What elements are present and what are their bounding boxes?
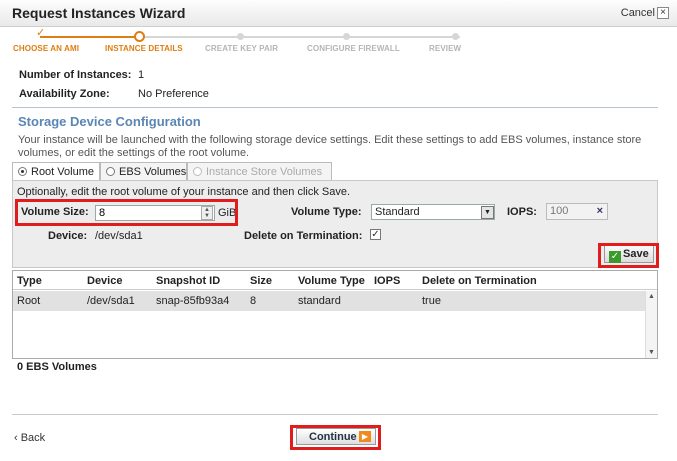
tab-root-volume[interactable]: Root Volume — [12, 162, 100, 181]
step-pending-dot-icon — [237, 33, 244, 40]
volumes-table: Type Device Snapshot ID Size Volume Type… — [12, 270, 658, 359]
step-create-key-pair: CREATE KEY PAIR — [205, 44, 279, 53]
device-value: /dev/sda1 — [95, 230, 143, 242]
iops-label: IOPS: — [507, 206, 537, 218]
highlight-volume-size — [15, 199, 238, 226]
scroll-up-icon[interactable]: ▲ — [648, 293, 655, 300]
col-volume-type: Volume Type — [298, 275, 365, 287]
step-configure-firewall: CONFIGURE FIREWALL — [307, 44, 400, 53]
highlight-continue — [290, 425, 381, 450]
wizard-steps: ✓ CHOOSE AN AMI INSTANCE DETAILS CREATE … — [0, 27, 677, 57]
col-iops: IOPS — [374, 275, 401, 287]
iops-value: 100 — [550, 205, 569, 217]
iops-input: 100 × — [546, 203, 608, 220]
col-type: Type — [17, 275, 42, 287]
zone-value: No Preference — [138, 88, 209, 100]
volume-type-label: Volume Type: — [291, 206, 362, 218]
table-row[interactable]: Root /dev/sda1 snap-85fb93a4 8 standard … — [13, 291, 645, 311]
col-delete-on-termination: Delete on Termination — [422, 275, 537, 287]
table-header: Type Device Snapshot ID Size Volume Type… — [13, 271, 657, 290]
cancel-link[interactable]: Cancel — [621, 7, 655, 19]
step-line-pending — [140, 36, 460, 38]
instances-value: 1 — [138, 69, 145, 81]
tab-root-volume-label: Root Volume — [31, 166, 94, 178]
storage-section-title: Storage Device Configuration — [18, 114, 201, 129]
step-choose-ami: CHOOSE AN AMI — [13, 44, 80, 53]
tab-instance-store-label: Instance Store Volumes — [206, 166, 323, 178]
storage-description: Your instance will be launched with the … — [18, 134, 642, 159]
tab-ebs-volumes-label: EBS Volumes — [119, 166, 187, 178]
clear-icon: × — [596, 205, 603, 217]
col-device: Device — [87, 275, 123, 287]
step-instance-details: INSTANCE DETAILS — [105, 44, 183, 53]
cell-type: Root — [17, 295, 41, 307]
highlight-save — [598, 243, 659, 268]
zone-label: Availability Zone: — [19, 88, 110, 100]
title-bar: Request Instances Wizard Cancel × — [0, 0, 677, 27]
radio-selected-icon — [18, 167, 27, 176]
col-snapshot-id: Snapshot ID — [156, 275, 221, 287]
volume-type-value: Standard — [375, 206, 420, 218]
delete-on-termination-label: Delete on Termination: — [244, 230, 363, 242]
cell-device: /dev/sda1 — [87, 295, 135, 307]
back-link[interactable]: ‹ Back — [14, 432, 45, 444]
cell-delete-on-termination: true — [422, 295, 441, 307]
instances-label: Number of Instances: — [19, 69, 132, 81]
delete-on-termination-checkbox[interactable]: ✓ — [370, 229, 381, 240]
col-size: Size — [250, 275, 273, 287]
tab-instance-store-volumes: Instance Store Volumes — [187, 162, 332, 181]
device-label: Device: — [48, 230, 88, 242]
step-current-dot-icon — [134, 31, 145, 42]
step-pending-dot-icon — [343, 33, 350, 40]
step-line-done — [40, 36, 140, 38]
tab-ebs-volumes[interactable]: EBS Volumes — [100, 162, 187, 181]
divider — [12, 107, 658, 108]
step-review: REVIEW — [429, 44, 462, 53]
wizard-title: Request Instances Wizard — [12, 5, 186, 21]
step-pending-dot-icon — [452, 33, 459, 40]
radio-disabled-icon — [193, 167, 202, 176]
close-icon[interactable]: × — [657, 7, 669, 19]
cell-size: 8 — [250, 295, 257, 307]
ebs-volume-count: 0 EBS Volumes — [17, 361, 97, 373]
step-done-check-icon: ✓ — [36, 27, 46, 39]
cell-volume-type: standard — [298, 295, 341, 307]
volume-type-select[interactable]: Standard — [371, 204, 495, 220]
footer-divider — [12, 414, 658, 415]
cell-snapshot-id: snap-85fb93a4 — [156, 295, 230, 307]
chevron-down-icon[interactable]: ▼ — [481, 206, 494, 219]
root-volume-hint: Optionally, edit the root volume of your… — [17, 186, 351, 198]
scroll-down-icon[interactable]: ▼ — [648, 349, 655, 356]
table-scrollbar[interactable]: ▲ ▼ — [645, 291, 657, 358]
radio-unselected-icon — [106, 167, 115, 176]
